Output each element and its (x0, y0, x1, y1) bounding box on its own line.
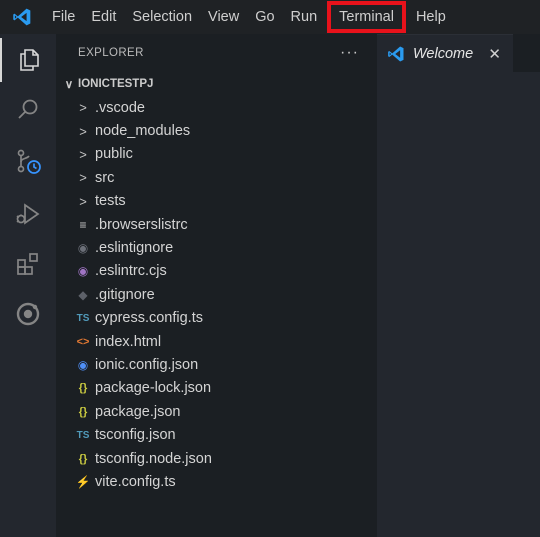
file-item[interactable]: <> index.html (56, 330, 377, 353)
file-item[interactable]: ◉ .eslintrc.cjs (56, 260, 377, 283)
explorer-sidebar: EXPLORER ··· ∨ IONICTESTPJ > .vscode > node… (56, 34, 377, 537)
vscode-logo-icon (0, 0, 44, 34)
tab-label: Welcome (413, 45, 474, 62)
chevron-right-icon: > (79, 146, 87, 162)
tree-item-label: tsconfig.node.json (95, 450, 212, 467)
tree-item-label: .gitignore (95, 286, 155, 303)
tree-item-label: tsconfig.json (95, 427, 176, 444)
editor-area: Welcome ✕ (377, 34, 540, 537)
ionic-file-icon: ◉ (77, 357, 89, 372)
file-item[interactable]: ◆ .gitignore (56, 283, 377, 306)
tree-item-label: .browserslistrc (95, 216, 188, 233)
file-item[interactable]: {} package-lock.json (56, 377, 377, 400)
menu-terminal[interactable]: Terminal (327, 1, 406, 33)
json-icon: {} (78, 452, 88, 465)
folder-name: IONICTESTPJ (78, 78, 154, 90)
folder-header[interactable]: ∨ IONICTESTPJ (56, 72, 377, 96)
menu-help[interactable]: Help (408, 0, 454, 34)
tree-item-label: package.json (95, 403, 181, 420)
file-item[interactable]: TS cypress.config.ts (56, 307, 377, 330)
folder-item[interactable]: > public (56, 143, 377, 166)
tsconfig-icon: TS (76, 429, 90, 441)
extensions-icon[interactable] (0, 242, 56, 286)
search-icon[interactable] (0, 88, 56, 132)
git-icon: ◆ (78, 287, 88, 302)
file-item[interactable]: {} package.json (56, 400, 377, 423)
chevron-right-icon: > (79, 170, 87, 186)
tree-item-label: node_modules (95, 123, 191, 140)
ionic-icon[interactable] (0, 292, 56, 336)
source-control-icon[interactable] (0, 140, 56, 184)
file-item[interactable]: TS tsconfig.json (56, 423, 377, 446)
tree-item-label: cypress.config.ts (95, 310, 203, 327)
typescript-icon: TS (76, 312, 90, 324)
tab-welcome[interactable]: Welcome ✕ (377, 34, 513, 72)
run-debug-icon[interactable] (0, 192, 56, 236)
folder-item[interactable]: > node_modules (56, 119, 377, 142)
tree-item-label: ionic.config.json (95, 356, 199, 373)
menu-view[interactable]: View (200, 0, 247, 34)
explorer-header: EXPLORER ··· (56, 34, 377, 72)
chevron-right-icon: > (79, 100, 87, 116)
files-icon[interactable] (0, 38, 56, 82)
activity-bar (0, 34, 56, 537)
tree-item-label: .vscode (95, 99, 145, 116)
menu-selection[interactable]: Selection (124, 0, 200, 34)
file-item[interactable]: ◉ ionic.config.json (56, 353, 377, 376)
vscode-logo-icon (387, 45, 405, 63)
chevron-right-icon: > (79, 123, 87, 139)
menu-bar: File Edit Selection View Go Run Terminal… (0, 0, 540, 34)
file-item[interactable]: ⚡ vite.config.ts (56, 470, 377, 493)
eslint-icon: ◉ (77, 264, 89, 279)
tree-item-label: .eslintrc.cjs (95, 263, 167, 280)
json-icon: {} (78, 405, 88, 418)
folder-item[interactable]: > tests (56, 190, 377, 213)
file-tree: > .vscode > node_modules > public > src > tests ≡.… (56, 96, 377, 494)
json-icon: {} (78, 382, 88, 395)
tree-item-label: index.html (95, 333, 162, 350)
more-actions-icon[interactable]: ··· (340, 44, 359, 62)
menu-edit[interactable]: Edit (83, 0, 124, 34)
vite-icon: ⚡ (75, 474, 91, 489)
tree-item-label: tests (95, 193, 126, 210)
tree-item-label: public (95, 146, 133, 163)
tree-item-label: src (95, 169, 115, 186)
file-item[interactable]: {} tsconfig.node.json (56, 447, 377, 470)
close-icon[interactable]: ✕ (488, 45, 501, 63)
tree-item-label: .eslintignore (95, 240, 174, 257)
menu-file[interactable]: File (44, 0, 83, 34)
file-item[interactable]: ◉ .eslintignore (56, 236, 377, 259)
chevron-right-icon: > (79, 193, 87, 209)
tree-item-label: package-lock.json (95, 380, 212, 397)
file-item[interactable]: ≡ .browserslistrc (56, 213, 377, 236)
menu-run[interactable]: Run (283, 0, 326, 34)
lines-icon: ≡ (79, 217, 87, 232)
chevron-down-icon: ∨ (64, 79, 74, 91)
tree-item-label: vite.config.ts (95, 473, 176, 490)
menu-go[interactable]: Go (247, 0, 282, 34)
tab-bar: Welcome ✕ (377, 34, 540, 72)
eslint-ignore-icon: ◉ (77, 241, 89, 256)
html-icon: <> (76, 335, 90, 348)
folder-item[interactable]: > src (56, 166, 377, 189)
folder-item[interactable]: > .vscode (56, 96, 377, 119)
explorer-title: EXPLORER (78, 47, 144, 59)
